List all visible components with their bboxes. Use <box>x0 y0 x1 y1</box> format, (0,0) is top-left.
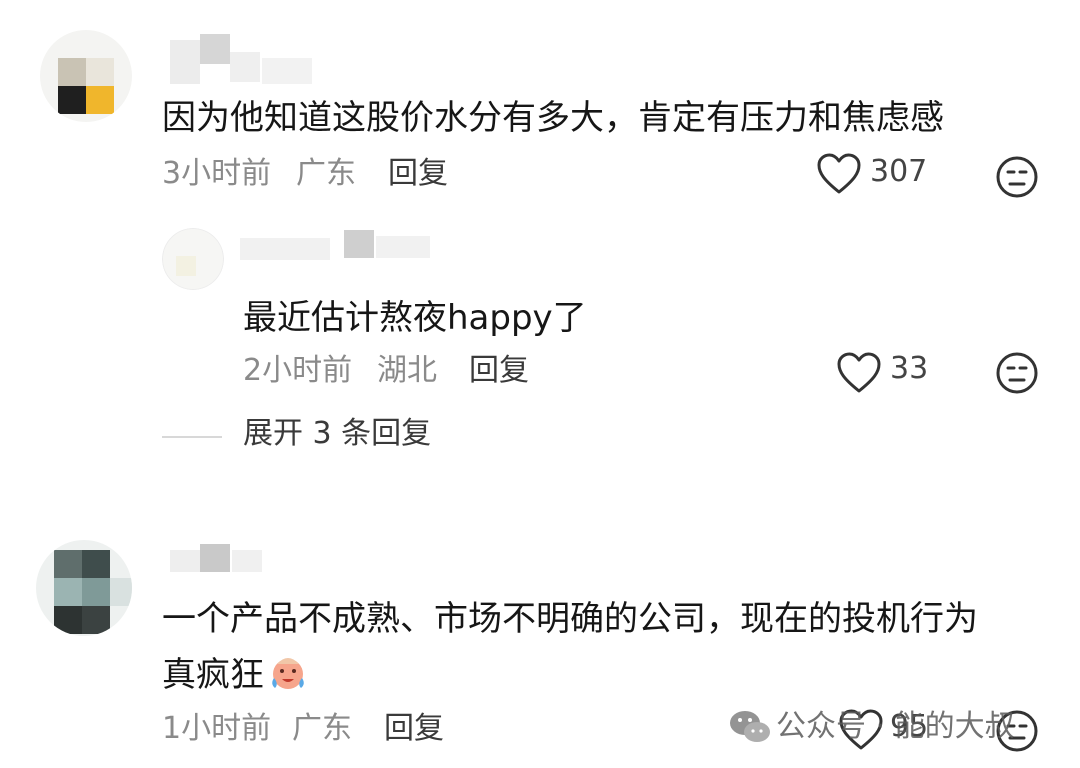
expand-replies-button[interactable]: 展开 3 条回复 <box>243 416 431 452</box>
like-count: 33 <box>890 351 929 386</box>
comment-location: 湖北 <box>377 353 437 388</box>
comment-time: 3小时前 <box>162 156 272 191</box>
expand-divider <box>162 436 222 438</box>
reply-button[interactable]: 回复 <box>384 711 444 747</box>
heart-outline-icon[interactable] <box>816 153 862 195</box>
crying-face-emoji <box>272 658 304 689</box>
like-count: 307 <box>870 154 928 189</box>
comment-text: 因为他知道这股价水分有多大，肯定有压力和焦虑感 <box>162 98 944 138</box>
watermark-text: 公众号 · 能的大叔 <box>776 709 1015 744</box>
comment-text: 最近估计熬夜happy了 <box>243 298 587 338</box>
neutral-face-icon[interactable] <box>995 155 1039 199</box>
user-avatar[interactable] <box>40 30 132 122</box>
comment-text-line-1: 一个产品不成熟、市场不明确的公司，现在的投机行为 <box>162 599 978 639</box>
user-avatar[interactable] <box>36 540 132 636</box>
comment-location: 广东 <box>296 156 356 191</box>
comment-location: 广东 <box>292 711 352 746</box>
comment-time: 1小时前 <box>162 711 272 746</box>
reply-button[interactable]: 回复 <box>469 353 529 389</box>
comment-time: 2小时前 <box>243 353 353 388</box>
reply-button[interactable]: 回复 <box>388 156 448 192</box>
wechat-logo <box>730 711 770 742</box>
heart-outline-icon[interactable] <box>836 352 882 394</box>
comment-text-line-2-text: 真疯狂 <box>162 655 264 695</box>
comment-text-line-2: 真疯狂 <box>162 650 308 700</box>
neutral-face-icon[interactable] <box>995 351 1039 395</box>
user-avatar[interactable] <box>162 228 224 290</box>
